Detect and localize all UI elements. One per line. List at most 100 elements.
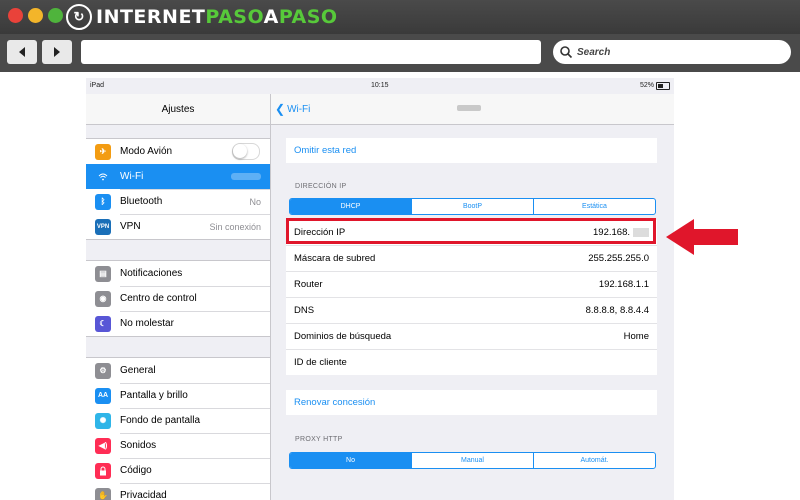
sidebar-item-general[interactable]: ⚙ General [86, 358, 270, 383]
sidebar-item-codigo[interactable]: Código [86, 458, 270, 483]
search-icon [560, 46, 573, 59]
renew-lease-button[interactable]: Renovar concesión [286, 390, 657, 415]
wallpaper-icon: ✺ [95, 412, 111, 429]
search-domains-row[interactable]: Dominios de búsqueda Home [286, 323, 657, 349]
sidebar-item-centro-de-control[interactable]: ◉ Centro de control [86, 286, 270, 311]
subnet-mask-label: Máscara de subred [294, 253, 376, 264]
red-arrow-icon [666, 219, 738, 255]
sidebar-item-no-molestar[interactable]: ☾ No molestar [86, 311, 270, 336]
forget-network-button[interactable]: Omitir esta red [286, 138, 657, 163]
settings-sidebar: Ajustes ✈ Modo Avión Wi-Fi ᛒ Bluetooth N… [86, 94, 271, 500]
wifi-back-button[interactable]: ❮ Wi-Fi [275, 102, 310, 116]
seg-proxy-manual[interactable]: Manual [411, 453, 533, 468]
airplane-icon: ✈ [95, 143, 111, 160]
wifi-detail-pane: ❮ Wi-Fi Omitir esta red DIRECCIÓN IP DHC… [271, 94, 674, 500]
router-value: 192.168.1.1 [598, 279, 649, 290]
logo-text-internet: INTERNET [96, 6, 206, 28]
sidebar-item-vpn[interactable]: VPN VPN Sin conexión [86, 214, 270, 239]
notifications-icon: ▤ [95, 265, 111, 282]
seg-dhcp[interactable]: DHCP [290, 199, 411, 214]
moon-icon: ☾ [95, 315, 111, 332]
sidebar-item-sonidos[interactable]: ◀) Sonidos [86, 433, 270, 458]
airplane-mode-toggle[interactable] [232, 143, 260, 160]
search-field[interactable]: Search [553, 40, 791, 64]
sidebar-item-label: Privacidad [120, 490, 167, 500]
hand-icon: ✋ [95, 487, 111, 500]
vpn-status: Sin conexión [209, 221, 261, 232]
forward-button[interactable] [42, 40, 72, 64]
dns-label: DNS [294, 305, 315, 316]
sound-icon: ◀) [95, 437, 111, 454]
sidebar-item-label: Fondo de pantalla [120, 415, 201, 426]
renew-lease-card: Renovar concesión [286, 390, 657, 415]
seg-proxy-no[interactable]: No [290, 453, 411, 468]
proxy-section-header: PROXY HTTP [295, 436, 343, 443]
sidebar-item-label: Modo Avión [120, 146, 173, 157]
sidebar-item-pantalla-y-brillo[interactable]: AA Pantalla y brillo [86, 383, 270, 408]
logo-text-paso: PASO [205, 6, 264, 28]
device-name: iPad [90, 82, 105, 89]
close-window-button[interactable] [8, 8, 23, 23]
page-margin-left [0, 72, 86, 500]
settings-title: Ajustes [86, 94, 270, 125]
logo-icon: ↻ [66, 4, 92, 30]
zoom-window-button[interactable] [48, 8, 63, 23]
seg-proxy-auto[interactable]: Automát. [533, 453, 655, 468]
sidebar-item-label: Código [120, 465, 152, 476]
brightness-icon: AA [95, 387, 111, 404]
site-logo: ↻ INTERNETPASOAPASO [66, 4, 338, 30]
address-bar[interactable] [81, 40, 541, 64]
bluetooth-icon: ᛒ [95, 193, 111, 210]
sidebar-item-fondo-de-pantalla[interactable]: ✺ Fondo de pantalla [86, 408, 270, 433]
subnet-mask-value: 255.255.255.0 [588, 253, 649, 264]
battery-percent: 52% [639, 82, 654, 89]
settings-group-connectivity: ✈ Modo Avión Wi-Fi ᛒ Bluetooth No VPN VP… [86, 138, 270, 240]
sidebar-item-label: Bluetooth [120, 196, 163, 207]
sidebar-item-privacidad[interactable]: ✋ Privacidad [86, 483, 270, 500]
forget-network-label: Omitir esta red [294, 145, 357, 156]
window-titlebar: ↻ INTERNETPASOAPASO [0, 0, 800, 34]
browser-toolbar: Search [0, 34, 800, 72]
vpn-icon: VPN [95, 218, 111, 235]
sidebar-item-label: Sonidos [120, 440, 157, 451]
right-arrow-icon [54, 47, 60, 57]
sidebar-item-label: Centro de control [120, 293, 197, 304]
status-bar: iPad 10:15 52% [86, 78, 674, 94]
wifi-icon [95, 168, 111, 185]
logo-text-paso-2: PASO [278, 6, 338, 28]
search-domains-value: Home [623, 331, 649, 342]
router-label: Router [294, 279, 323, 290]
chevron-left-icon: ❮ [275, 102, 286, 116]
client-id-label: ID de cliente [294, 357, 347, 368]
sidebar-item-label: No molestar [120, 318, 174, 329]
search-domains-label: Dominios de búsqueda [294, 331, 392, 342]
seg-bootp[interactable]: BootP [411, 199, 533, 214]
battery-icon [656, 82, 670, 90]
sidebar-item-label: Notificaciones [120, 268, 183, 279]
router-row[interactable]: Router 192.168.1.1 [286, 271, 657, 297]
sidebar-item-notificaciones[interactable]: ▤ Notificaciones [86, 261, 270, 286]
renew-lease-label: Renovar concesión [294, 397, 376, 408]
sidebar-item-label: General [120, 365, 156, 376]
left-arrow-icon [19, 47, 25, 57]
gear-icon: ⚙ [95, 362, 111, 379]
sidebar-item-wifi[interactable]: Wi-Fi [86, 164, 270, 189]
sidebar-item-bluetooth[interactable]: ᛒ Bluetooth No [86, 189, 270, 214]
subnet-mask-row[interactable]: Máscara de subred 255.255.255.0 [286, 245, 657, 271]
sidebar-item-label: VPN [120, 221, 141, 232]
seg-estatica[interactable]: Estática [533, 199, 655, 214]
lock-icon [95, 462, 111, 479]
ip-mode-segmented-control: DHCP BootP Estática [289, 198, 656, 215]
minimize-window-button[interactable] [28, 8, 43, 23]
search-placeholder: Search [577, 46, 611, 58]
bluetooth-status: No [249, 196, 261, 207]
client-id-row[interactable]: ID de cliente [286, 349, 657, 375]
ipad-screenshot: iPad 10:15 52% Ajustes ✈ Modo Avión Wi-F… [86, 78, 674, 500]
status-time: 10:15 [371, 82, 389, 89]
sidebar-item-modo-avion[interactable]: ✈ Modo Avión [86, 139, 270, 164]
dns-row[interactable]: DNS 8.8.8.8, 8.8.4.4 [286, 297, 657, 323]
ip-address-highlight-box [286, 218, 656, 244]
back-button[interactable] [7, 40, 37, 64]
page-margin-right [674, 78, 800, 500]
forget-network-card: Omitir esta red [286, 138, 657, 163]
